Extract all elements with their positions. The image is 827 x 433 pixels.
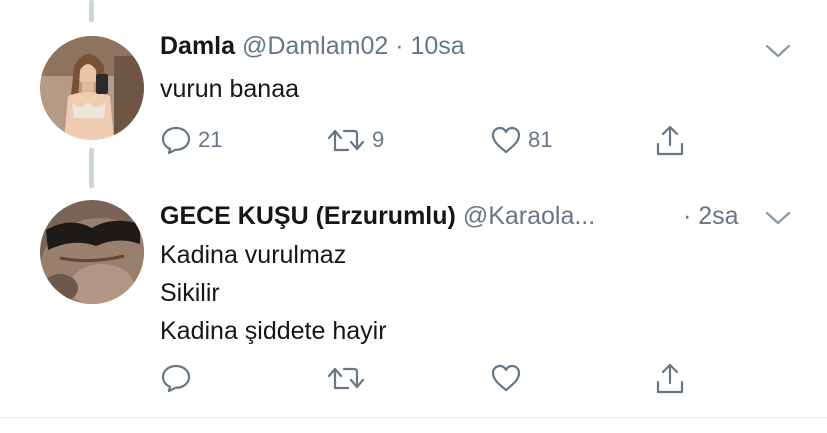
avatar[interactable] — [40, 200, 144, 304]
tweet-damla[interactable]: Damla @Damlam02 · 10sa vurun banaa 21 9 — [0, 0, 827, 190]
timestamp[interactable]: 2sa — [698, 202, 738, 230]
handle[interactable]: @Karaola... — [463, 202, 595, 230]
retweet-button[interactable]: 9 — [326, 124, 384, 156]
tweet-header: GECE KUŞU (Erzurumlu) @Karaola... — [160, 202, 595, 231]
tweet-line: Kadina vurulmaz — [160, 241, 347, 269]
thread-connector — [89, 148, 94, 188]
share-button[interactable] — [654, 124, 686, 158]
tweet-line: vurun banaa — [160, 75, 300, 103]
tweet-text: Kadina vurulmaz Sikilir Kadina şiddete h… — [160, 236, 387, 350]
chevron-down-icon[interactable] — [765, 210, 791, 226]
retweet-button[interactable] — [326, 362, 372, 394]
share-icon — [656, 363, 684, 394]
separator: · — [683, 202, 692, 230]
tweet-line: Kadina şiddete hayir — [160, 317, 387, 345]
reply-icon — [161, 364, 191, 393]
tweet-time-wrap: · 2sa — [683, 202, 739, 231]
timestamp[interactable]: 10sa — [411, 32, 465, 60]
reply-icon — [161, 126, 191, 155]
like-button[interactable]: 81 — [490, 124, 552, 156]
reply-count: 21 — [198, 127, 223, 152]
share-button[interactable] — [654, 362, 686, 396]
separator: · — [395, 32, 404, 60]
tweet-gece-kusu[interactable]: GECE KUŞU (Erzurumlu) @Karaola... · 2sa … — [0, 190, 827, 416]
display-name[interactable]: GECE KUŞU (Erzurumlu) — [160, 202, 456, 230]
reply-button[interactable] — [160, 362, 198, 394]
share-icon — [656, 125, 684, 156]
heart-icon — [491, 364, 521, 392]
tweet-line: Sikilir — [160, 279, 220, 307]
avatar[interactable] — [40, 36, 144, 140]
retweet-count: 9 — [372, 127, 385, 152]
tweet-actions: 21 9 81 — [160, 124, 720, 158]
display-name[interactable]: Damla — [160, 32, 235, 60]
divider — [0, 417, 827, 418]
tweet-header: Damla @Damlam02 · 10sa — [160, 32, 465, 61]
chevron-down-icon[interactable] — [765, 43, 791, 59]
like-count: 81 — [528, 127, 553, 152]
retweet-icon — [327, 367, 365, 390]
tweet-text: vurun banaa — [160, 70, 299, 108]
retweet-icon — [327, 129, 365, 152]
tweet-actions — [160, 362, 720, 396]
reply-button[interactable]: 21 — [160, 124, 222, 156]
heart-icon — [491, 126, 521, 154]
handle[interactable]: @Damlam02 — [242, 32, 388, 60]
like-button[interactable] — [490, 362, 528, 394]
